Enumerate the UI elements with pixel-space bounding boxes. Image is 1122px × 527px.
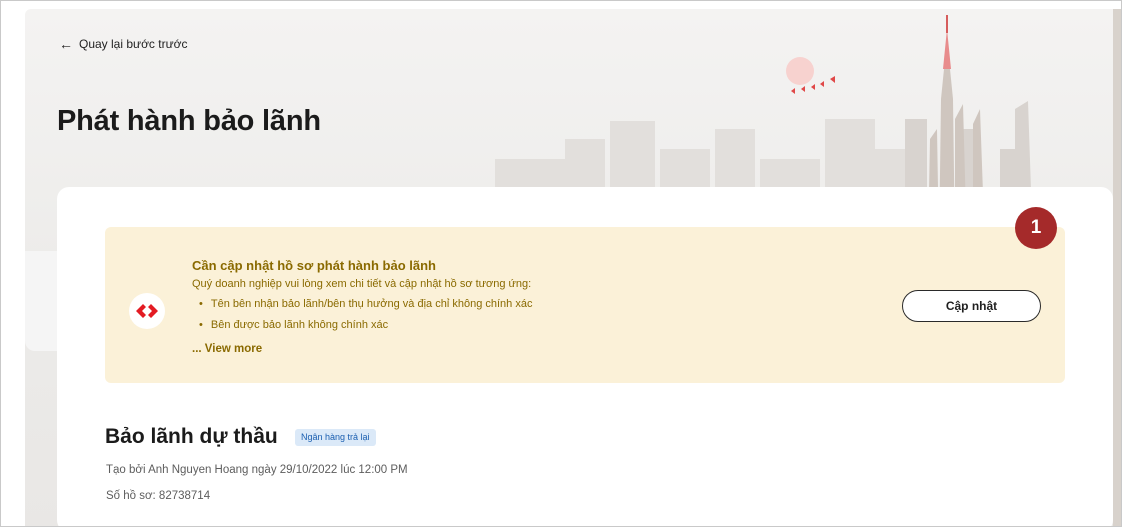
hero-edge — [1113, 9, 1121, 526]
back-link[interactable]: ← Quay lại bước trước — [59, 37, 188, 51]
back-link-label: Quay lại bước trước — [79, 37, 188, 51]
notice-list-item: Tên bên nhận bảo lãnh/bên thụ hưởng và đ… — [199, 297, 533, 318]
created-info: Tạo bởi Anh Nguyen Hoang ngày 29/10/2022… — [106, 464, 408, 476]
notice-list: Tên bên nhận bảo lãnh/bên thụ hưởng và đ… — [199, 297, 533, 339]
view-more-link[interactable]: ... View more — [192, 343, 262, 355]
bank-logo-icon — [129, 293, 165, 329]
bank-logo-shape — [136, 304, 158, 318]
update-button[interactable]: Cập nhật — [902, 290, 1041, 322]
step-marker: 1 — [1015, 207, 1057, 249]
page-title: Phát hành bảo lãnh — [57, 105, 321, 137]
guarantee-title: Bảo lãnh dự thầu — [105, 425, 278, 448]
notice-list-item: Bên được bảo lãnh không chính xác — [199, 318, 532, 339]
status-badge: Ngân hàng trả lại — [295, 429, 376, 446]
arrow-left-icon: ← — [59, 36, 73, 52]
notice-title: Cần cập nhật hồ sơ phát hành bảo lãnh — [192, 258, 436, 273]
notice-description: Quý doanh nghiệp vui lòng xem chi tiết v… — [192, 278, 532, 290]
record-number: Số hồ sơ: 82738714 — [106, 490, 211, 502]
app-window: ← Quay lại bước trước Phát hành bảo lãnh… — [0, 0, 1122, 527]
